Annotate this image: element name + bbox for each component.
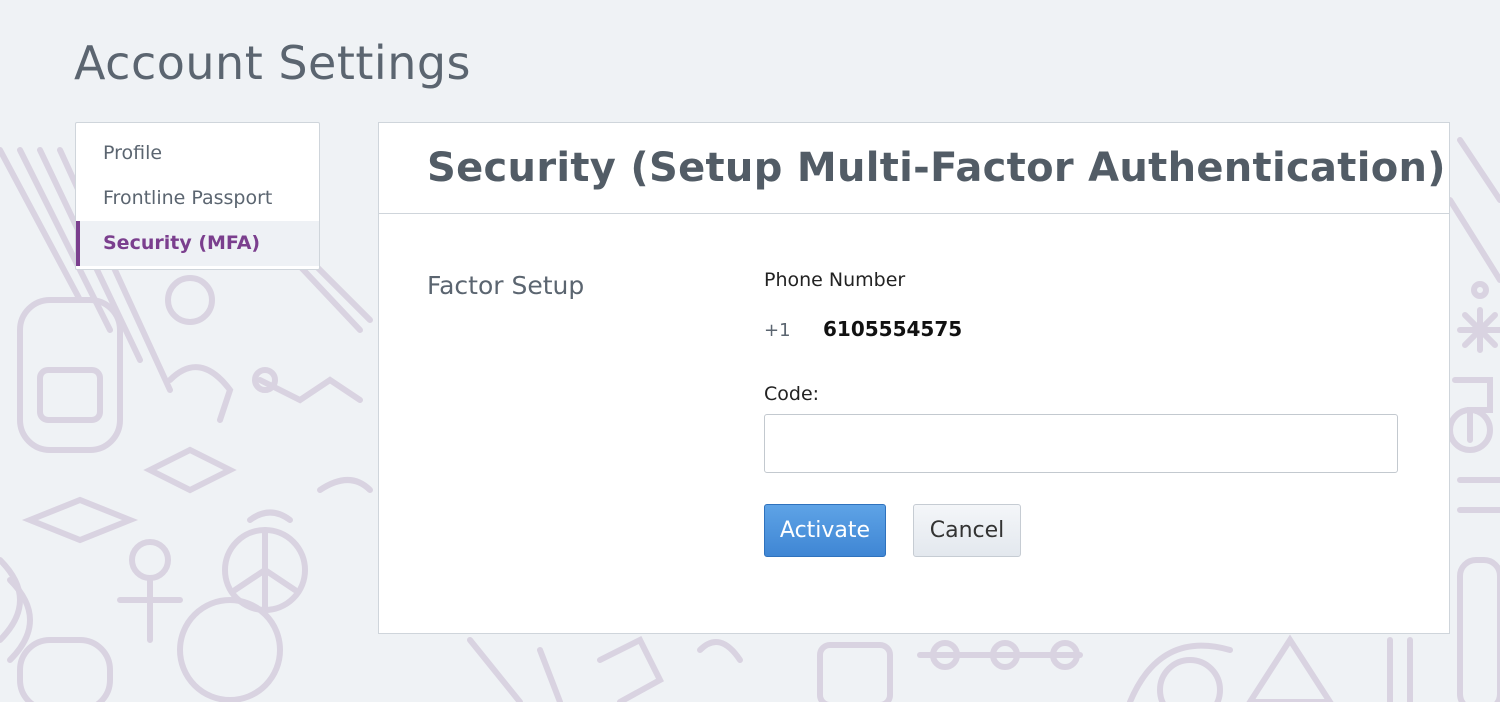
sidebar-item-profile[interactable]: Profile — [76, 131, 319, 176]
page-title: Account Settings — [74, 36, 472, 90]
cancel-button[interactable]: Cancel — [913, 504, 1021, 557]
code-label: Code: — [764, 383, 820, 405]
activate-button[interactable]: Activate — [764, 504, 886, 557]
country-code: +1 — [764, 320, 791, 341]
phone-number-value: 6105554575 — [823, 317, 963, 341]
button-row: Activate Cancel — [764, 504, 1398, 557]
factor-setup-form: Phone Number +1 6105554575 Code: Activat… — [764, 269, 1398, 557]
panel-header: Security (Setup Multi-Factor Authenticat… — [379, 123, 1449, 214]
mfa-setup-panel: Security (Setup Multi-Factor Authenticat… — [378, 122, 1450, 634]
sidebar-item-frontline-passport[interactable]: Frontline Passport — [76, 176, 319, 221]
phone-number-label: Phone Number — [764, 269, 906, 291]
panel-title: Security (Setup Multi-Factor Authenticat… — [427, 145, 1446, 191]
sidebar-item-security-mfa[interactable]: Security (MFA) — [76, 221, 319, 266]
factor-setup-label: Factor Setup — [427, 271, 585, 300]
code-input[interactable] — [764, 414, 1398, 473]
phone-row: +1 6105554575 — [764, 317, 1398, 341]
settings-sidebar: Profile Frontline Passport Security (MFA… — [75, 122, 320, 270]
